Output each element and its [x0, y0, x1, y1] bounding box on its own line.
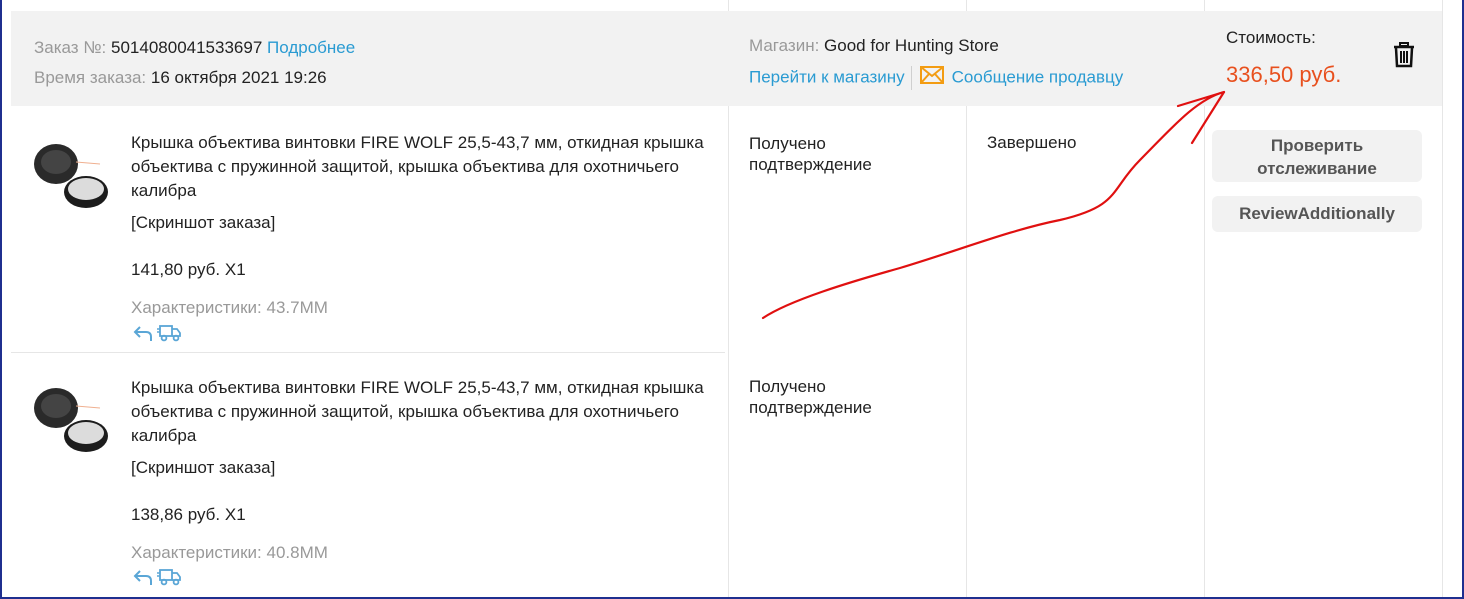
item-status: Получено подтверждение [749, 377, 872, 417]
separator [910, 66, 912, 90]
store-line: Магазин: Good for Hunting Store [749, 35, 999, 57]
product-price: 138,86 руб. X1 [131, 505, 246, 524]
cost-label: Стоимость: [1226, 28, 1316, 47]
product-title[interactable]: Крышка объектива винтовки FIRE WOLF 25,5… [131, 376, 721, 448]
order-screenshot-link[interactable]: [Скриншот заказа] [131, 213, 275, 233]
mail-icon[interactable] [919, 66, 944, 90]
order-screenshot-link[interactable]: [Скриншот заказа] [131, 458, 275, 478]
return-icon[interactable] [133, 568, 153, 591]
check-tracking-button[interactable]: Проверить отслеживание [1212, 130, 1422, 182]
store-label: Магазин: [749, 36, 820, 55]
product-thumbnail[interactable] [28, 378, 112, 462]
trash-icon[interactable] [1392, 42, 1416, 73]
review-additionally-button[interactable]: ReviewAdditionally [1212, 196, 1422, 232]
order-number-label: Заказ №: [34, 38, 107, 57]
product-title[interactable]: Крышка объектива винтовки FIRE WOLF 25,5… [131, 131, 721, 203]
column-divider [1442, 0, 1443, 597]
order-time: 16 октября 2021 19:26 [150, 68, 327, 87]
product-price: 141,80 руб. X1 [131, 260, 246, 279]
delivery-truck-icon[interactable] [157, 568, 181, 591]
store-name: Good for Hunting Store [824, 36, 999, 55]
message-seller-link[interactable]: Сообщение продавцу [952, 67, 1124, 86]
item-actions [133, 324, 181, 347]
order-time-line: Время заказа: 16 октября 2021 19:26 [34, 67, 327, 89]
product-thumbnail[interactable] [28, 134, 112, 218]
order-number-line: Заказ №: 5014080041533697 Подробнее [34, 37, 355, 59]
order-details-link[interactable]: Подробнее [267, 38, 355, 57]
order-time-label: Время заказа: [34, 68, 147, 87]
item-status: Получено подтверждение [749, 134, 872, 174]
item-actions [133, 568, 181, 591]
order-total-price: 336,50 руб. [1226, 62, 1342, 87]
delivery-truck-icon[interactable] [157, 324, 181, 347]
order-status: Завершено [987, 133, 1077, 152]
product-spec: Характеристики: 40.8MM [131, 543, 328, 562]
goto-store-link[interactable]: Перейти к магазину [749, 67, 905, 86]
order-number: 5014080041533697 [111, 38, 263, 57]
product-spec: Характеристики: 43.7MM [131, 298, 328, 317]
return-icon[interactable] [133, 324, 153, 347]
row-divider [11, 352, 725, 353]
store-actions: Перейти к магазину Сообщение продавцу [749, 66, 1123, 90]
